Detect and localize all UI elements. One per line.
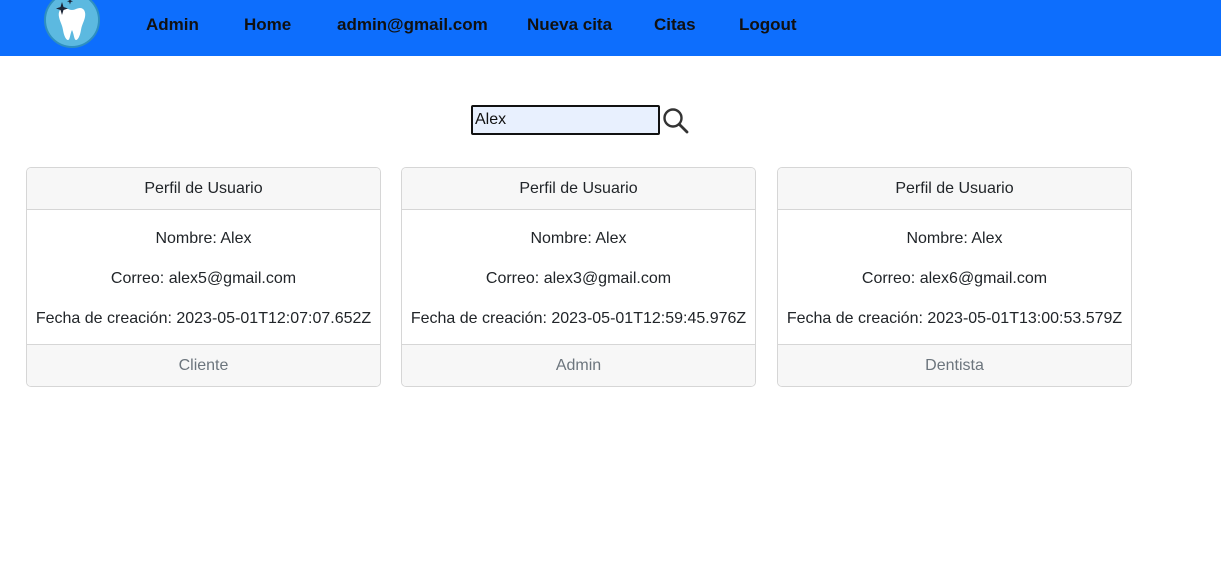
user-profile-card: Perfil de Usuario Nombre: Alex Correo: a… <box>26 167 381 387</box>
user-created-date: Fecha de creación: 2023-05-01T12:07:07.6… <box>35 310 372 327</box>
user-created-date: Fecha de creación: 2023-05-01T12:59:45.9… <box>410 310 747 327</box>
user-name: Nombre: Alex <box>906 230 1003 247</box>
search-icon[interactable] <box>662 107 690 135</box>
user-profile-card: Perfil de Usuario Nombre: Alex Correo: a… <box>401 167 756 387</box>
card-header: Perfil de Usuario <box>778 168 1131 210</box>
user-profile-card: Perfil de Usuario Nombre: Alex Correo: a… <box>777 167 1132 387</box>
nav-link-logout[interactable]: Logout <box>739 15 797 35</box>
user-name: Nombre: Alex <box>530 230 627 247</box>
user-role: Dentista <box>778 344 1131 386</box>
search-input[interactable] <box>471 105 660 135</box>
nav-link-citas[interactable]: Citas <box>654 15 696 35</box>
user-email: Correo: alex3@gmail.com <box>485 270 672 287</box>
user-email: Correo: alex6@gmail.com <box>861 270 1048 287</box>
user-role: Cliente <box>27 344 380 386</box>
card-header: Perfil de Usuario <box>27 168 380 210</box>
card-body: Nombre: Alex Correo: alex3@gmail.com Fec… <box>402 219 755 355</box>
user-email: Correo: alex5@gmail.com <box>110 270 297 287</box>
nav-link-user-email[interactable]: admin@gmail.com <box>337 15 488 35</box>
user-role: Admin <box>402 344 755 386</box>
user-name: Nombre: Alex <box>155 230 252 247</box>
card-body: Nombre: Alex Correo: alex6@gmail.com Fec… <box>778 219 1131 355</box>
nav-link-home[interactable]: Home <box>244 15 291 35</box>
user-created-date: Fecha de creación: 2023-05-01T13:00:53.5… <box>786 310 1123 327</box>
card-header: Perfil de Usuario <box>402 168 755 210</box>
nav-link-admin[interactable]: Admin <box>146 15 199 35</box>
top-navbar: Admin Home admin@gmail.com Nueva cita Ci… <box>0 0 1221 56</box>
tooth-sparkle-icon[interactable] <box>44 0 100 48</box>
card-body: Nombre: Alex Correo: alex5@gmail.com Fec… <box>27 219 380 355</box>
nav-link-nueva-cita[interactable]: Nueva cita <box>527 15 612 35</box>
